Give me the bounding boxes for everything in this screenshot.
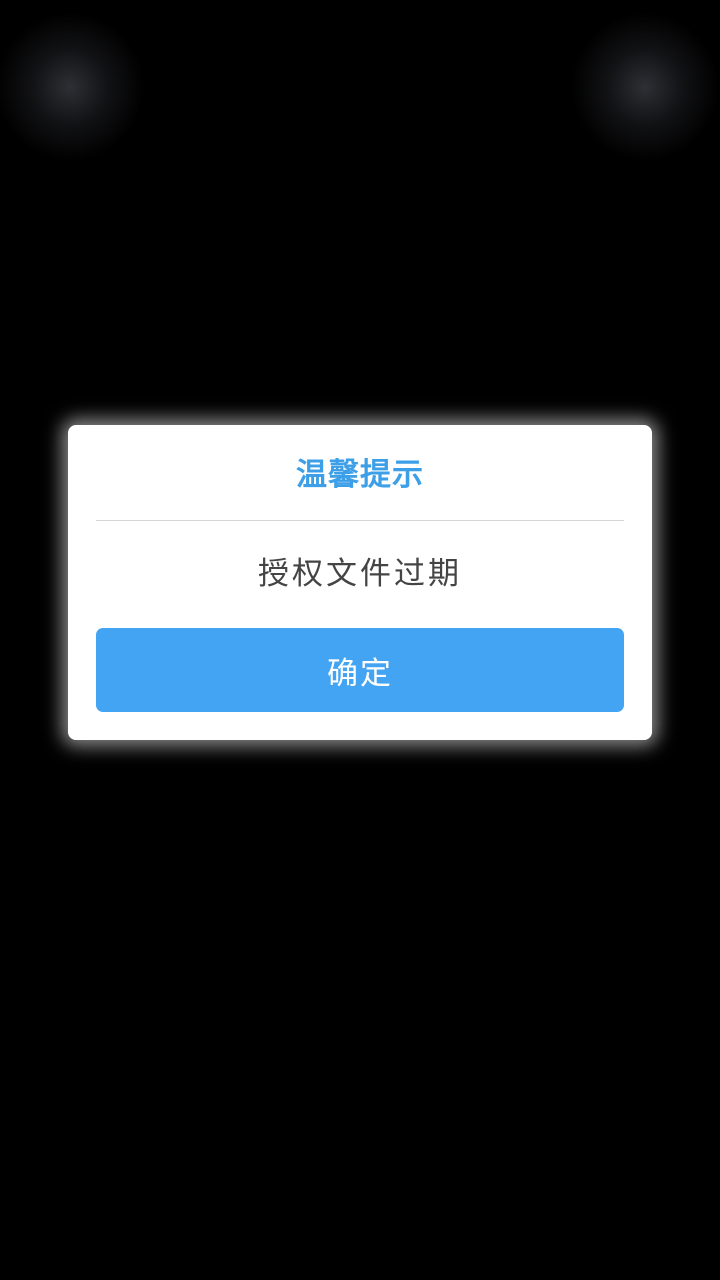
blurred-background-light-left (0, 12, 145, 162)
dialog-title: 温馨提示 (296, 457, 424, 493)
screen: 温馨提示 授权文件过期 确定 (0, 0, 720, 1280)
alert-dialog: 温馨提示 授权文件过期 确定 (68, 425, 652, 740)
dialog-message: 授权文件过期 (258, 556, 462, 592)
blurred-background-light-right (570, 12, 720, 162)
confirm-button[interactable]: 确定 (96, 628, 624, 712)
dialog-divider (96, 520, 624, 521)
